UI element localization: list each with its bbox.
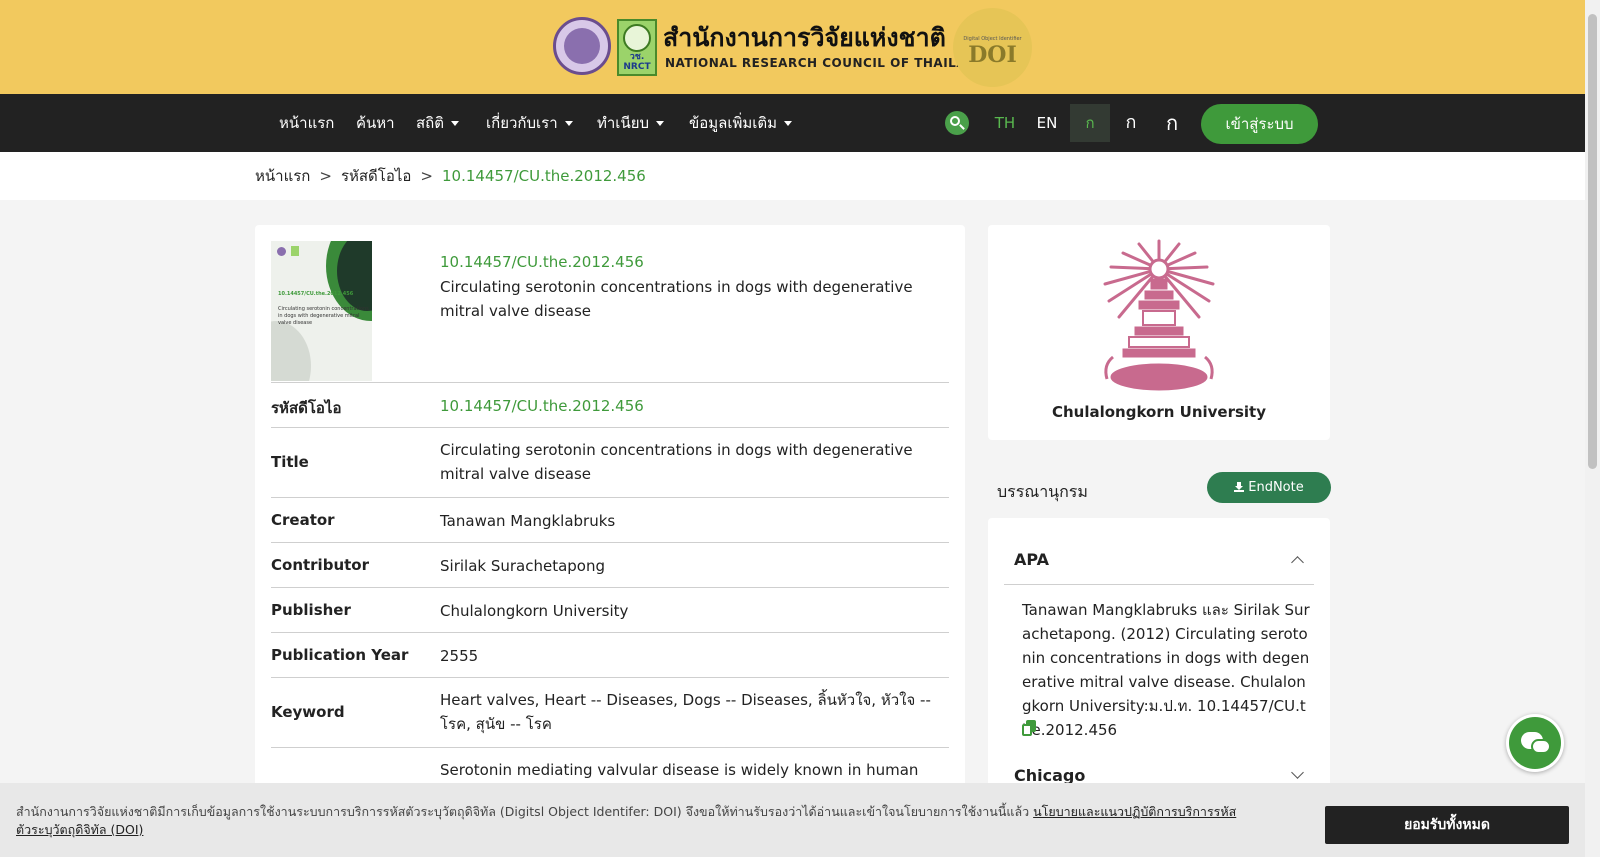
apa-citation-text: Tanawan Mangklabruks และ Sirilak Surache… <box>1022 601 1310 739</box>
top-banner: วช. NRCT สำนักงานการวิจัยแห่งชาติ NATION… <box>0 0 1585 94</box>
field-value-title: Circulating serotonin concentrations in … <box>440 441 913 483</box>
field-value-publication-year: 2555 <box>440 647 479 665</box>
chat-icon[interactable] <box>1506 714 1564 772</box>
login-button[interactable]: เข้าสู่ระบบ <box>1201 104 1318 144</box>
record-card: 10.14457/CU.the.2012.456 Circulating ser… <box>255 225 965 857</box>
chulalongkorn-emblem-icon <box>1103 239 1215 391</box>
chevron-up-icon <box>1291 556 1304 569</box>
page-scrollbar-thumb[interactable] <box>1588 14 1597 469</box>
download-icon <box>1234 482 1245 492</box>
field-value-creator: Tanawan Mangklabruks <box>440 512 616 530</box>
lang-th-button[interactable]: TH <box>989 104 1021 142</box>
nrct-square-logo: วช. NRCT <box>617 19 657 76</box>
field-label: Title <box>271 453 309 471</box>
chevron-down-icon <box>450 121 459 126</box>
nav-more-info[interactable]: ข้อมูลเพิ่มเติม <box>689 94 793 152</box>
breadcrumb-doi-section[interactable]: รหัสดีโอไอ <box>341 167 411 185</box>
breadcrumb: หน้าแรก > รหัสดีโอไอ >10.14457/CU.the.2012.… <box>255 164 646 188</box>
field-row-creator: Creator Tanawan Mangklabruks <box>271 497 949 542</box>
breadcrumb-home[interactable]: หน้าแรก <box>255 167 310 185</box>
breadcrumb-separator: > <box>319 167 332 185</box>
field-row-publisher: Publisher Chulalongkorn University <box>271 587 949 632</box>
lang-en-button[interactable]: EN <box>1031 104 1063 142</box>
apa-label: APA <box>1014 550 1050 569</box>
chevron-down-icon <box>564 121 573 126</box>
cookie-message: สำนักงานการวิจัยแห่งชาติมีการเก็บข้อมูลก… <box>16 804 1237 837</box>
field-row-publication-year: Publication Year 2555 <box>271 632 949 677</box>
accept-all-cookies-button[interactable]: ยอมรับทั้งหมด <box>1325 806 1569 844</box>
font-size-small-button[interactable]: ก <box>1070 104 1110 142</box>
field-label: Keyword <box>271 703 345 721</box>
university-name: Chulalongkorn University <box>1051 403 1267 421</box>
endnote-download-button[interactable]: EndNote <box>1207 472 1331 503</box>
field-row-keyword: Keyword Heart valves, Heart -- Diseases,… <box>271 677 949 747</box>
breadcrumb-separator: > <box>420 167 433 185</box>
field-row-doi: รหัสดีโอไอ 10.14457/CU.the.2012.456 <box>271 382 949 427</box>
thumbnail-doi: 10.14457/CU.the.2012.456 <box>278 291 354 297</box>
nav-about[interactable]: เกี่ยวกับเรา <box>486 94 573 152</box>
nrct-logo-text: วช. NRCT <box>623 52 651 72</box>
field-label: Contributor <box>271 556 369 574</box>
nav-directory[interactable]: ทำเนียบ <box>597 94 665 152</box>
record-title: Circulating serotonin concentrations in … <box>440 278 913 320</box>
field-value-publisher: Chulalongkorn University <box>440 602 629 620</box>
field-label: Publication Year <box>271 646 409 664</box>
apa-accordion-header[interactable]: APA <box>1004 550 1314 585</box>
field-value-contributor: Sirilak Surachetapong <box>440 557 606 575</box>
nav-search[interactable]: ค้นหา <box>356 94 395 152</box>
font-size-large-button[interactable]: ก <box>1152 104 1192 142</box>
font-size-medium-button[interactable]: ก <box>1111 104 1151 142</box>
record-doi-link[interactable]: 10.14457/CU.the.2012.456 <box>440 253 644 271</box>
main-nav: หน้าแรก ค้นหา สถิติ เกี่ยวกับเรา ทำเนียบ… <box>0 94 1585 152</box>
bibliography-heading: บรรณานุกรม <box>997 482 1088 501</box>
search-icon[interactable] <box>945 111 969 135</box>
chevron-down-icon <box>784 121 793 126</box>
breadcrumb-current: 10.14457/CU.the.2012.456 <box>442 167 646 185</box>
chevron-down-icon <box>1291 766 1304 779</box>
field-label: รหัสดีโอไอ <box>271 399 342 417</box>
chevron-down-icon <box>656 121 665 126</box>
nav-statistics[interactable]: สถิติ <box>416 94 459 152</box>
cookie-consent-bar: สำนักงานการวิจัยแห่งชาติมีการเก็บข้อมูลก… <box>0 783 1585 857</box>
org-name-english: NATIONAL RESEARCH COUNCIL OF THAILAND <box>665 56 988 70</box>
field-value-keyword: Heart valves, Heart -- Diseases, Dogs --… <box>440 691 931 733</box>
field-label: Creator <box>271 511 335 529</box>
thumbnail-title: Circulating serotonin concentrations in … <box>278 306 369 326</box>
breadcrumb-bar: หน้าแรก > รหัสดีโอไอ >10.14457/CU.the.2012.… <box>0 152 1585 200</box>
nav-home[interactable]: หน้าแรก <box>279 94 334 152</box>
cover-thumbnail: 10.14457/CU.the.2012.456 Circulating ser… <box>271 241 372 381</box>
field-value-doi[interactable]: 10.14457/CU.the.2012.456 <box>440 394 940 418</box>
doi-logo: Digital Object Identifier DOI <box>953 8 1032 87</box>
university-card: Chulalongkorn University <box>988 225 1330 440</box>
field-row-contributor: Contributor Sirilak Surachetapong <box>271 542 949 587</box>
field-value-abstract: Serotonin mediating valvular disease is … <box>440 761 919 779</box>
nrct-seal-logo <box>553 17 611 75</box>
doi-logo-text: DOI <box>968 42 1017 68</box>
copy-icon[interactable] <box>1022 720 1036 736</box>
field-row-title: Title Circulating serotonin concentratio… <box>271 427 949 497</box>
org-name-thai: สำนักงานการวิจัยแห่งชาติ <box>663 23 946 52</box>
field-label: Publisher <box>271 601 351 619</box>
